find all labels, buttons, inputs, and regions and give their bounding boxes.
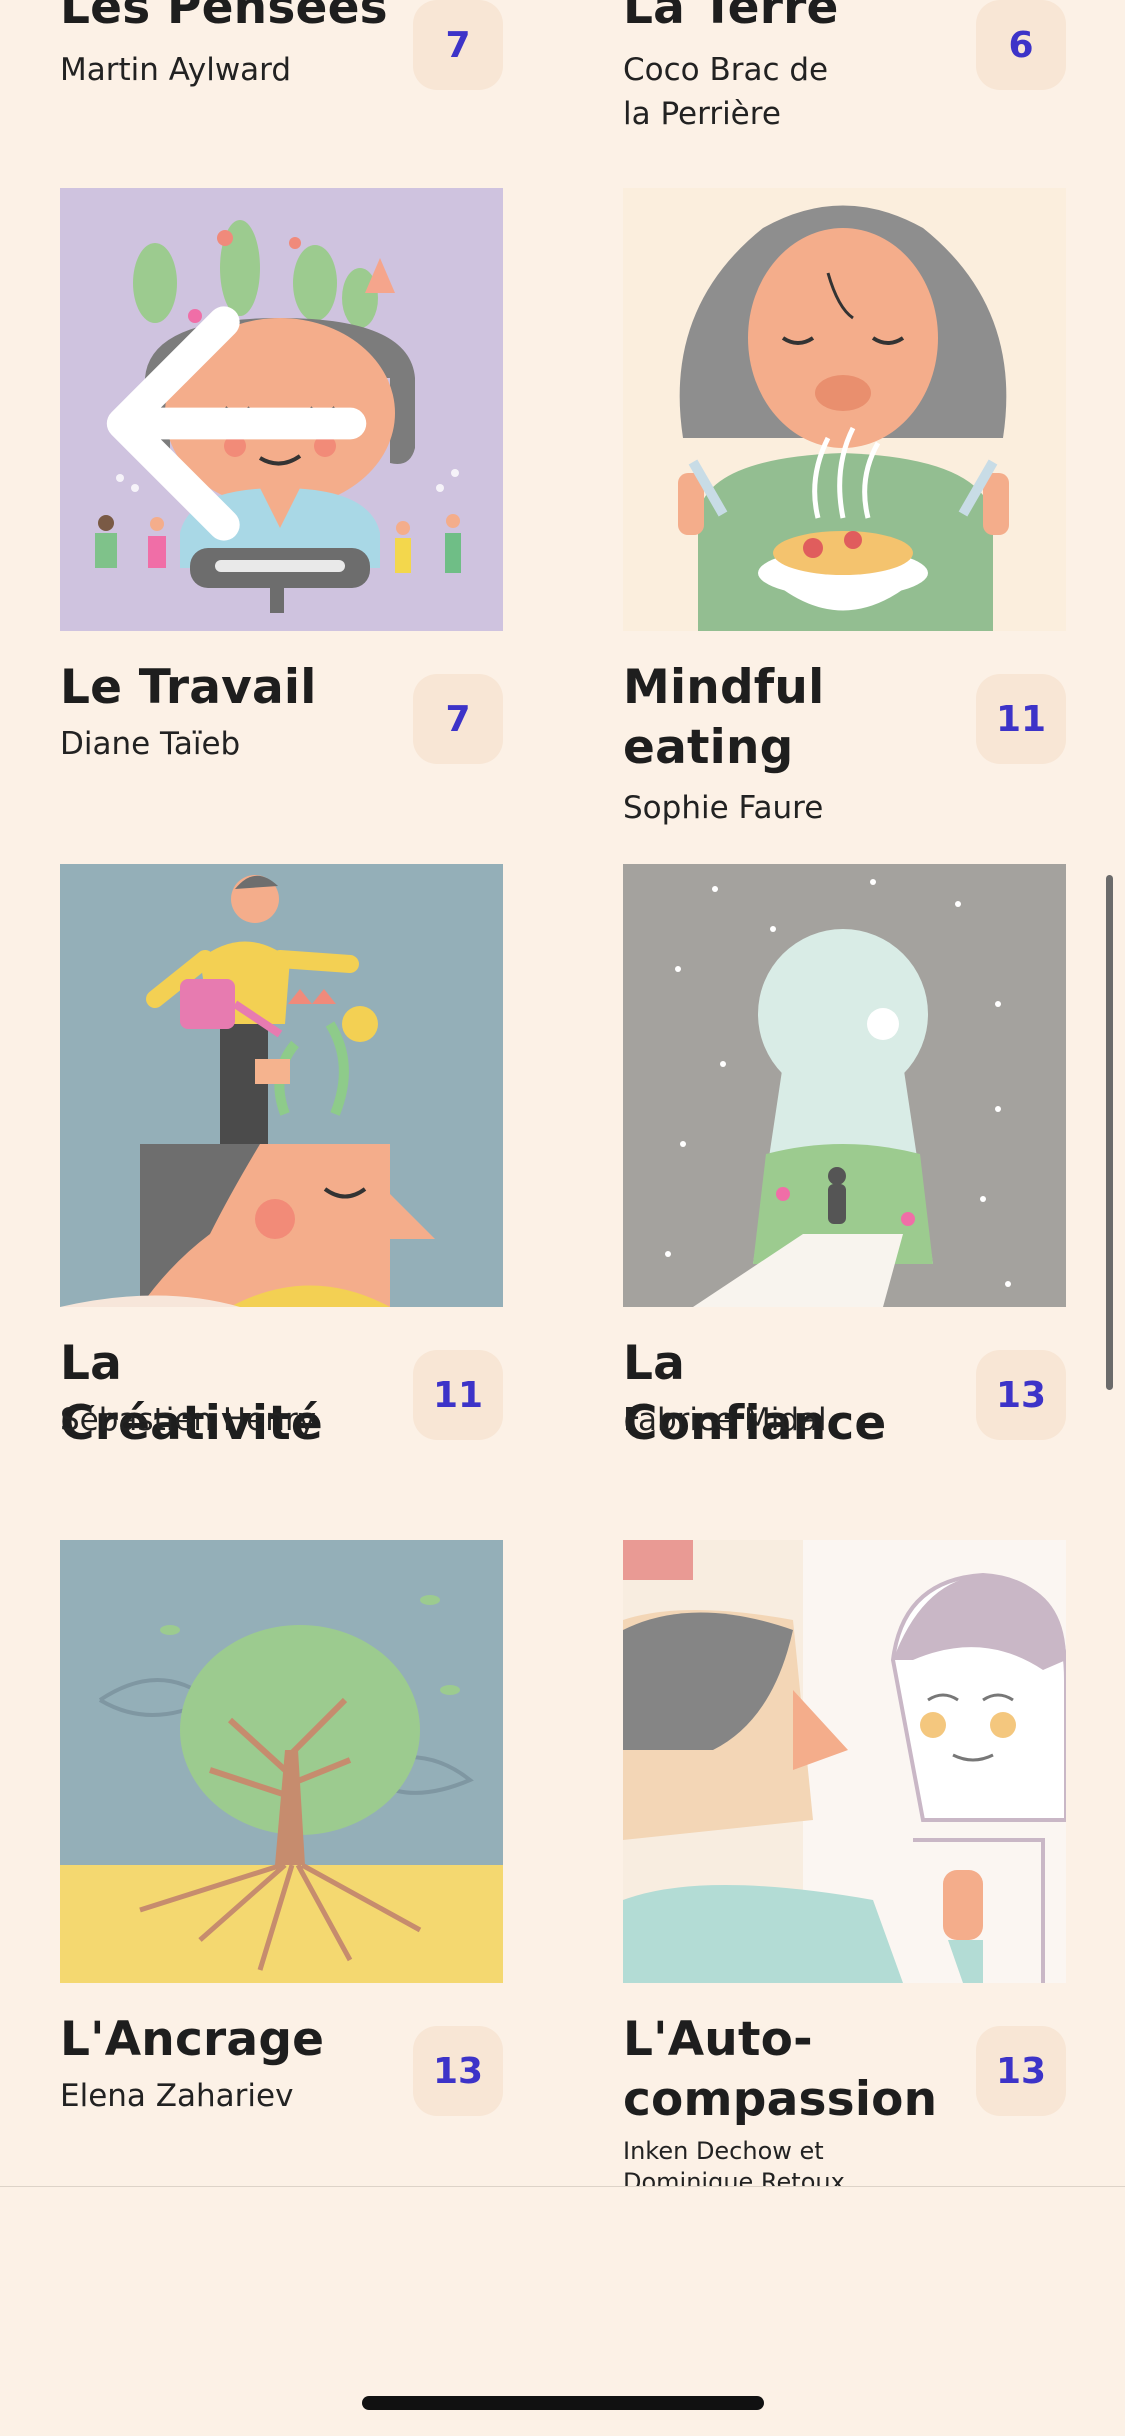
course-grid[interactable]: Les Pensées Martin Aylward 7 La Terre Co… [0,0,1125,2186]
tree-roots-illustration [60,1540,503,1983]
course-author: Sophie Faure [623,790,824,826]
course-illustration-anchoring[interactable] [60,1540,503,1983]
home-indicator[interactable] [362,2396,764,2410]
course-author: Fabrice Midal [623,1402,827,1438]
course-title: Le Travail [60,660,317,715]
arrow-left-icon[interactable] [72,202,503,631]
course-illustration-work[interactable] [60,188,503,631]
course-count-badge: 13 [413,2026,503,2116]
course-count-badge: 11 [976,674,1066,764]
course-count-badge: 6 [976,0,1066,90]
course-title: L'Auto- compassion [623,2012,938,2127]
course-list-screen: Les Pensées Martin Aylward 7 La Terre Co… [0,0,1125,2436]
course-illustration-self-compassion[interactable] [623,1540,1066,1983]
course-title: Mindful eating [623,660,825,775]
course-count-badge: 13 [976,1350,1066,1440]
course-author: Martin Aylward [60,52,292,88]
course-count-badge: 11 [413,1350,503,1440]
course-count-badge: 13 [976,2026,1066,2116]
course-count-badge: 7 [413,674,503,764]
course-title: L'Ancrage [60,2012,325,2067]
course-author: Diane Taïeb [60,726,241,762]
course-illustration-creativity[interactable] [60,864,503,1307]
mirror-faces-illustration [623,1540,1066,1983]
watering-head-illustration [60,864,503,1307]
course-author: Sébastien Henry [60,1402,317,1438]
course-illustration-eating[interactable] [623,188,1066,631]
course-author: Elena Zahariev [60,2078,294,2114]
course-title: Les Pensées [60,0,388,35]
course-count-badge: 7 [413,0,503,90]
scrollbar-thumb[interactable] [1106,875,1113,1390]
course-title: La Terre [623,0,839,35]
course-author: Coco Brac de la Perrière [623,52,829,132]
keyhole-night-illustration [623,864,1066,1307]
eating-bowl-illustration [623,188,1066,631]
course-illustration-confidence[interactable] [623,864,1066,1307]
content-divider [0,2186,1125,2187]
course-author: Inken Dechow et Dominique Retoux [623,2137,845,2186]
